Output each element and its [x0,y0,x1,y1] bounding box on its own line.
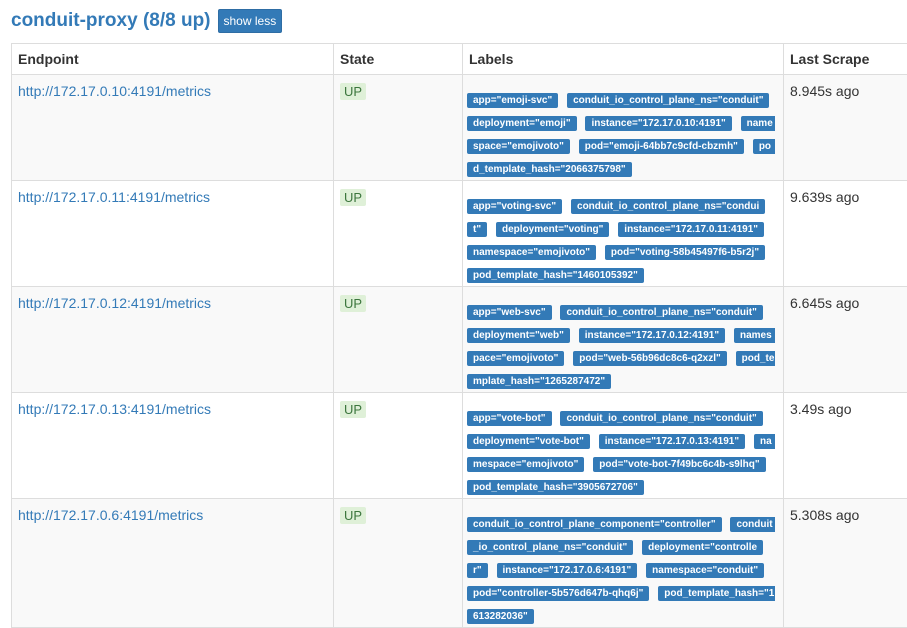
state-cell: UP [334,75,463,181]
state-badge: UP [340,401,366,418]
state-cell: UP [334,393,463,499]
last-scrape-cell: 5.308s ago [784,499,907,628]
endpoint-cell: http://172.17.0.10:4191/metrics [12,75,334,181]
label-badge: deployment="web" [467,328,570,343]
table-row: http://172.17.0.10:4191/metrics UP app="em… [12,75,907,181]
state-cell: UP [334,287,463,393]
label-badge: pod="emoji-64bb7c9cfd-cbzmh" [579,139,744,154]
state-badge: UP [340,83,366,100]
label-badge: instance="172.17.0.10:4191" [585,116,731,131]
state-cell: UP [334,499,463,628]
endpoint-link[interactable]: http://172.17.0.6:4191/metrics [18,507,203,523]
endpoint-cell: http://172.17.0.12:4191/metrics [12,287,334,393]
label-badge: conduit_io_control_plane_ns="conduit" [560,305,762,320]
labels-list: conduit_io_control_plane_component="cont… [467,512,775,627]
labels-list: app="vote-bot" conduit_io_control_plane_… [467,406,775,498]
labels-cell: app="voting-svc" conduit_io_control_plan… [463,181,784,287]
label-badge: pod="controller-5b576d647b-qhq6j" [467,586,649,601]
label-badge: conduit_io_control_plane_component="cont… [467,517,722,532]
label-badge: conduit_io_control_plane_ns="conduit" [560,411,762,426]
last-scrape-cell: 3.49s ago [784,393,907,499]
label-badge: conduit_io_control_plane_ns="conduit" [567,93,769,108]
label-badge: app="vote-bot" [467,411,552,426]
endpoint-link[interactable]: http://172.17.0.10:4191/metrics [18,83,211,99]
show-less-button[interactable]: show less [218,9,283,33]
label-badge: pod_template_hash="3905672706" [467,480,644,495]
column-header-state: State [334,44,463,75]
label-badge: app="web-svc" [467,305,552,320]
label-badge: deployment="vote-bot" [467,434,590,449]
labels-cell: app="web-svc" conduit_io_control_plane_n… [463,287,784,393]
column-header-endpoint: Endpoint [12,44,334,75]
table-row: http://172.17.0.11:4191/metrics UP app="vo… [12,181,907,287]
label-badge: instance="172.17.0.12:4191" [579,328,725,343]
state-badge: UP [340,189,366,206]
label-badge: pod="vote-bot-7f49bc6c4b-s9lhq" [593,457,765,472]
table-row: http://172.17.0.13:4191/metrics UP app="vo… [12,393,907,499]
labels-cell: app="emoji-svc" conduit_io_control_plane… [463,75,784,181]
state-cell: UP [334,181,463,287]
target-group-title[interactable]: conduit-proxy (8/8 up) [11,10,211,32]
label-badge: pod="web-56b96dc8c6-q2xzl" [573,351,726,366]
table-row: http://172.17.0.12:4191/metrics UP app="we… [12,287,907,393]
column-header-labels: Labels [463,44,784,75]
last-scrape-cell: 6.645s ago [784,287,907,393]
labels-list: app="emoji-svc" conduit_io_control_plane… [467,88,775,180]
endpoint-cell: http://172.17.0.13:4191/metrics [12,393,334,499]
endpoint-cell: http://172.17.0.11:4191/metrics [12,181,334,287]
endpoint-link[interactable]: http://172.17.0.13:4191/metrics [18,401,211,417]
last-scrape-cell: 8.945s ago [784,75,907,181]
label-badge: namespace="conduit" [646,563,764,578]
column-header-last-scrape: Last Scrape [784,44,907,75]
label-badge: app="emoji-svc" [467,93,558,108]
label-badge: app="voting-svc" [467,199,562,214]
endpoint-link[interactable]: http://172.17.0.12:4191/metrics [18,295,211,311]
targets-table: Endpoint State Labels Last Scrape http:/… [11,43,907,628]
labels-cell: conduit_io_control_plane_component="cont… [463,499,784,628]
state-badge: UP [340,507,366,524]
label-badge: pod_template_hash="1460105392" [467,268,644,283]
endpoint-cell: http://172.17.0.6:4191/metrics [12,499,334,628]
label-badge: instance="172.17.0.11:4191" [618,222,764,237]
label-badge: instance="172.17.0.6:4191" [497,563,638,578]
label-badge: namespace="emojivoto" [467,245,596,260]
label-badge: pod="voting-58b45497f6-b5r2j" [605,245,765,260]
table-row: http://172.17.0.6:4191/metrics UP conduit_… [12,499,907,628]
label-badge: deployment="voting" [496,222,609,237]
labels-list: app="voting-svc" conduit_io_control_plan… [467,194,775,286]
endpoint-link[interactable]: http://172.17.0.11:4191/metrics [18,189,210,205]
state-badge: UP [340,295,366,312]
labels-cell: app="vote-bot" conduit_io_control_plane_… [463,393,784,499]
label-badge: deployment="emoji" [467,116,577,131]
label-badge: instance="172.17.0.13:4191" [599,434,745,449]
labels-list: app="web-svc" conduit_io_control_plane_n… [467,300,775,392]
target-group-header: conduit-proxy (8/8 up) show less [11,8,282,34]
last-scrape-cell: 9.639s ago [784,181,907,287]
table-header-row: Endpoint State Labels Last Scrape [12,44,907,75]
